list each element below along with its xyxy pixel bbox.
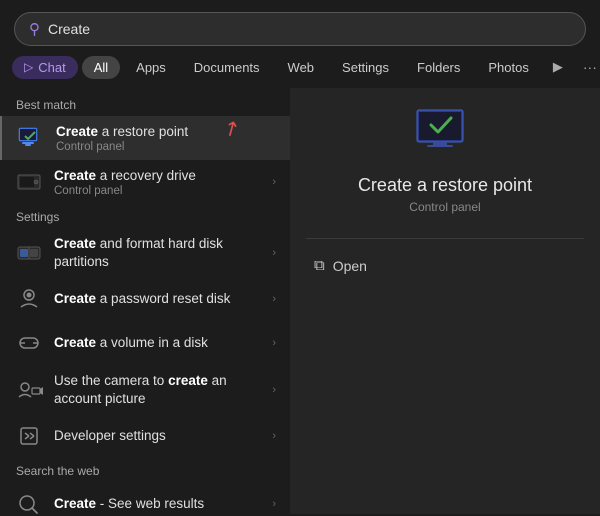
- settings-item-5[interactable]: Developer settings ›: [0, 414, 290, 458]
- rp-open-icon: ⧉: [314, 257, 325, 274]
- web-search-text: Create - See web results: [54, 495, 262, 513]
- rp-open-button[interactable]: ⧉ Open: [306, 253, 375, 278]
- arrow-icon-s3: ›: [272, 337, 276, 349]
- main-content: Best match Create a restore point Contro…: [0, 88, 600, 514]
- left-panel: Best match Create a restore point Contro…: [0, 88, 290, 514]
- ws-highlight: Create: [54, 496, 96, 511]
- rp-icon-wrap: [415, 108, 475, 161]
- search-box: ⚲: [14, 12, 586, 46]
- tab-settings-label: Settings: [342, 60, 389, 75]
- monitor-icon: [415, 108, 475, 156]
- right-panel: Create a restore point Control panel ⧉ O…: [290, 88, 600, 514]
- rp-divider: [306, 238, 584, 239]
- title-highlight: Create: [56, 124, 98, 139]
- settings-title-1: Create and format hard disk partitions: [54, 235, 262, 270]
- rp-title-rest: a restore point: [417, 175, 532, 195]
- title-highlight-2: Create: [54, 168, 96, 183]
- tab-chat[interactable]: ▷ Chat: [12, 56, 78, 79]
- settings-text-2: Create a password reset disk: [54, 290, 262, 308]
- tab-all-label: All: [94, 60, 108, 75]
- settings-label: Settings: [0, 204, 290, 228]
- tab-documents[interactable]: Documents: [182, 56, 272, 79]
- best-match-title-2: Create a recovery drive: [54, 167, 262, 185]
- tab-apps[interactable]: Apps: [124, 56, 178, 79]
- web-search-title: Create - See web results: [54, 495, 262, 513]
- tab-apps-label: Apps: [136, 60, 166, 75]
- best-match-item-2[interactable]: Create a recovery drive Control panel ›: [0, 160, 290, 204]
- camera-account-icon: [14, 375, 44, 405]
- best-match-label: Best match: [0, 92, 290, 116]
- rp-title: Create a restore point: [358, 175, 532, 196]
- rp-title-highlight: Create: [358, 175, 412, 195]
- web-search-item[interactable]: Create - See web results ›: [0, 482, 290, 514]
- web-search-icon: [14, 489, 44, 514]
- search-icon: ⚲: [29, 20, 40, 38]
- tab-folders-label: Folders: [417, 60, 460, 75]
- s3-rest: a volume in a disk: [100, 335, 208, 350]
- rp-open-label: Open: [333, 258, 367, 274]
- chat-icon: ▷: [24, 60, 33, 74]
- settings-text-4: Use the camera to create an account pict…: [54, 372, 262, 407]
- more-button[interactable]: ···: [575, 55, 600, 79]
- settings-item-1[interactable]: Create and format hard disk partitions ›: [0, 228, 290, 277]
- password-reset-icon: [14, 284, 44, 314]
- s4-pre: Use the camera to: [54, 373, 168, 388]
- settings-title-4: Use the camera to create an account pict…: [54, 372, 262, 407]
- title-rest-2: a recovery drive: [100, 168, 196, 183]
- settings-title-5: Developer settings: [54, 427, 262, 445]
- settings-text-1: Create and format hard disk partitions: [54, 235, 262, 270]
- best-match-text-1: Create a restore point Control panel: [56, 123, 276, 153]
- s2-rest: a password reset disk: [100, 291, 231, 306]
- volume-disk-icon: [14, 328, 44, 358]
- s5-text: Developer settings: [54, 428, 166, 443]
- tab-all[interactable]: All: [82, 56, 120, 79]
- arrow-icon-ws: ›: [272, 498, 276, 510]
- tab-folders[interactable]: Folders: [405, 56, 472, 79]
- ws-rest: - See web results: [100, 496, 204, 511]
- developer-settings-icon: [14, 421, 44, 451]
- nav-tabs: ▷ Chat All Apps Documents Web Settings F…: [0, 54, 600, 88]
- settings-text-3: Create a volume in a disk: [54, 334, 262, 352]
- arrow-icon-s1: ›: [272, 247, 276, 259]
- tab-web[interactable]: Web: [276, 56, 327, 79]
- arrow-icon-s4: ›: [272, 384, 276, 396]
- disk-partition-icon: [14, 238, 44, 268]
- arrow-icon-2: ›: [272, 176, 276, 188]
- search-container: ⚲: [0, 0, 600, 54]
- play-button[interactable]: ▶: [545, 55, 571, 79]
- tab-documents-label: Documents: [194, 60, 260, 75]
- restore-point-icon: [16, 123, 46, 153]
- tab-chat-label: Chat: [38, 60, 65, 75]
- arrow-icon-s2: ›: [272, 293, 276, 305]
- best-match-subtitle-2: Control panel: [54, 185, 262, 197]
- s2-highlight: Create: [54, 291, 96, 306]
- tab-web-label: Web: [288, 60, 315, 75]
- settings-title-3: Create a volume in a disk: [54, 334, 262, 352]
- rp-subtitle: Control panel: [409, 200, 480, 214]
- settings-title-2: Create a password reset disk: [54, 290, 262, 308]
- search-input[interactable]: [48, 21, 571, 37]
- tab-photos[interactable]: Photos: [476, 56, 540, 79]
- settings-text-5: Developer settings: [54, 427, 262, 445]
- s4-highlight: create: [168, 373, 208, 388]
- settings-item-2[interactable]: Create a password reset disk ›: [0, 277, 290, 321]
- s1-highlight: Create: [54, 236, 96, 251]
- settings-item-4[interactable]: Use the camera to create an account pict…: [0, 365, 290, 414]
- best-match-item-1[interactable]: Create a restore point Control panel ↗: [0, 116, 290, 160]
- s3-highlight: Create: [54, 335, 96, 350]
- tab-photos-label: Photos: [488, 60, 528, 75]
- title-rest: a restore point: [102, 124, 188, 139]
- settings-item-3[interactable]: Create a volume in a disk ›: [0, 321, 290, 365]
- best-match-subtitle-1: Control panel: [56, 141, 276, 153]
- tab-settings[interactable]: Settings: [330, 56, 401, 79]
- recovery-drive-icon: [14, 167, 44, 197]
- best-match-text-2: Create a recovery drive Control panel: [54, 167, 262, 197]
- search-web-label: Search the web: [0, 458, 290, 482]
- arrow-icon-s5: ›: [272, 430, 276, 442]
